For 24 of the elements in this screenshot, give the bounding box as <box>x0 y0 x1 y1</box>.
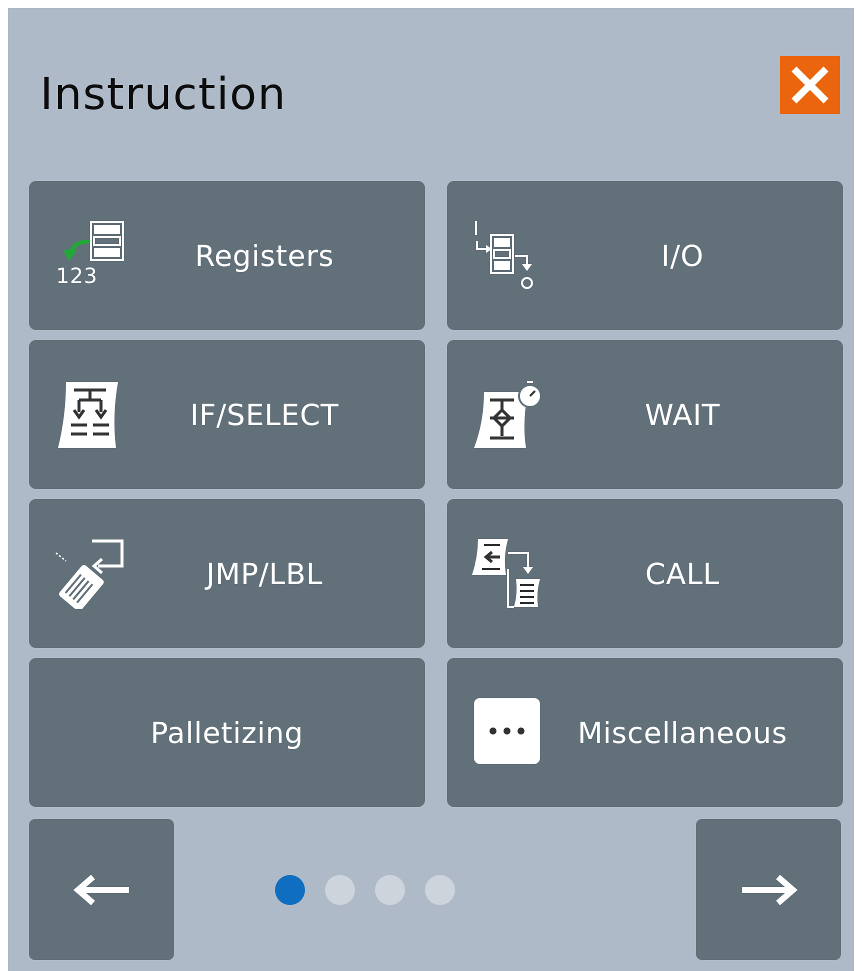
close-button[interactable] <box>780 56 840 114</box>
instruction-button[interactable]: CALL <box>447 499 843 648</box>
previous-button[interactable] <box>29 819 174 960</box>
more-icon <box>474 698 540 764</box>
close-icon <box>790 64 830 104</box>
instruction-button[interactable]: IF/SELECT <box>29 340 425 489</box>
page-indicator-dot[interactable] <box>325 874 355 904</box>
instruction-button[interactable]: Miscellaneous <box>447 658 843 807</box>
page-indicator-dot[interactable] <box>375 874 405 904</box>
document-call-icon <box>472 538 542 608</box>
icon-number: 123 <box>56 266 98 286</box>
instruction-button[interactable]: Palletizing <box>29 658 425 807</box>
right-arrow-icon <box>740 874 798 906</box>
instruction-button[interactable]: 123 Registers <box>29 181 425 330</box>
timed-document-icon <box>472 380 542 450</box>
dialog-title: Instruction <box>40 69 286 120</box>
page-indicator-dot[interactable] <box>275 874 305 904</box>
instruction-button[interactable]: I/O <box>447 181 843 330</box>
instruction-button[interactable]: WAIT <box>447 340 843 489</box>
tag-jump-icon <box>54 538 124 608</box>
next-button[interactable] <box>696 819 841 960</box>
instruction-button[interactable]: JMP/LBL <box>29 499 425 648</box>
page-indicator-dot[interactable] <box>425 874 455 904</box>
left-arrow-icon <box>72 874 130 906</box>
